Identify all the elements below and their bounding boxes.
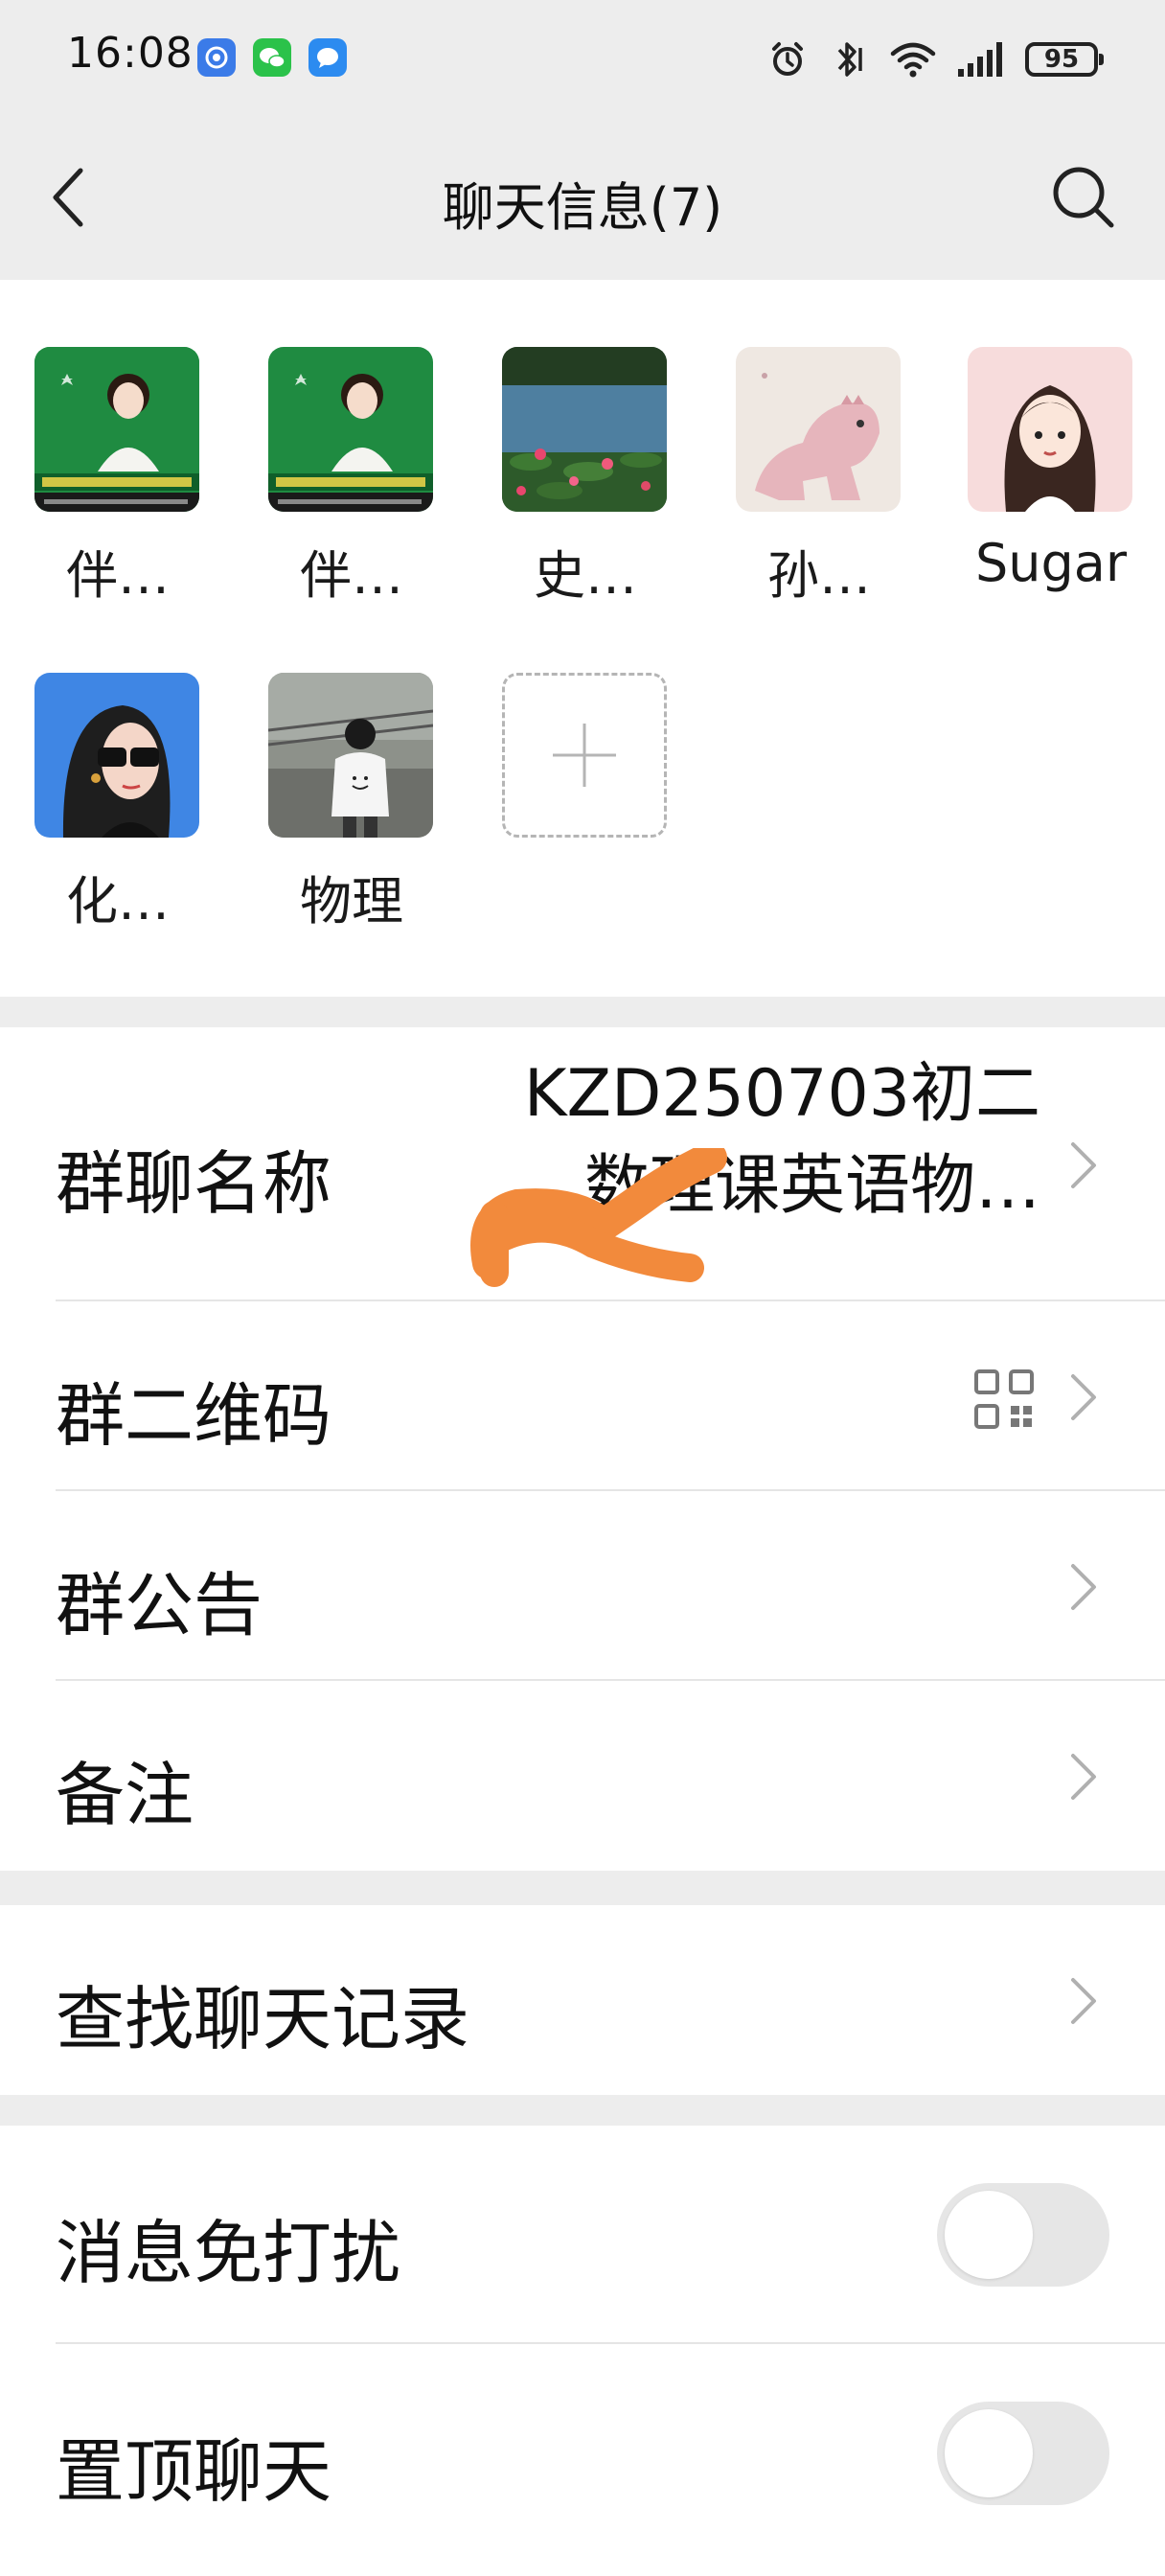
search-history-row[interactable]: 查找聊天记录 bbox=[0, 1905, 1165, 2095]
bluetooth-icon bbox=[837, 42, 862, 77]
pin-row: 置顶聊天 bbox=[0, 2344, 1165, 2563]
remark-label: 备注 bbox=[56, 1755, 194, 1835]
signal-icon bbox=[958, 42, 1002, 77]
page-title: 聊天信息(7) bbox=[442, 177, 723, 238]
add-member-button[interactable] bbox=[502, 673, 669, 838]
member-name: 伴… bbox=[66, 545, 170, 606]
member-grid: 伴… 伴… 史… 孙… Sugar 化… 物理 bbox=[0, 280, 1165, 997]
add-member-box bbox=[502, 673, 667, 838]
member-item[interactable]: 伴… bbox=[268, 347, 435, 609]
wechat-icon bbox=[253, 38, 291, 77]
chevron-right-icon bbox=[1071, 1142, 1096, 1188]
alarm-icon bbox=[772, 42, 803, 76]
remark-row[interactable]: 备注 bbox=[0, 1681, 1165, 1871]
plus-icon bbox=[553, 724, 616, 787]
search-history-label: 查找聊天记录 bbox=[56, 1979, 470, 2059]
battery-indicator: 95 bbox=[1025, 42, 1104, 77]
group-name-value-line1: KZD250703初二 bbox=[523, 1056, 1040, 1132]
poster-avatar bbox=[34, 347, 199, 512]
child-photo-avatar bbox=[268, 673, 433, 838]
scribble-mark bbox=[470, 1148, 727, 1287]
group-announcement-label: 群公告 bbox=[56, 1565, 263, 1645]
group-qr-label: 群二维码 bbox=[56, 1375, 332, 1456]
group-name-label: 群聊名称 bbox=[56, 1143, 332, 1224]
toggle-knob bbox=[945, 2191, 1033, 2279]
qr-code-icon bbox=[974, 1369, 1034, 1429]
group-announcement-row[interactable]: 群公告 bbox=[0, 1491, 1165, 1681]
toggle-knob bbox=[945, 2409, 1033, 2497]
member-item[interactable]: Sugar bbox=[968, 347, 1134, 593]
sunglasses-girl-avatar bbox=[34, 673, 199, 838]
member-name: Sugar bbox=[974, 533, 1128, 593]
chevron-right-icon bbox=[1071, 1374, 1096, 1420]
member-name: 史… bbox=[534, 545, 637, 606]
chevron-right-icon bbox=[1071, 1564, 1096, 1610]
poster-avatar bbox=[268, 347, 433, 512]
nav-bar: 聊天信息(7) bbox=[0, 115, 1165, 280]
cartoon-girl-avatar bbox=[968, 347, 1132, 512]
member-item[interactable]: 伴… bbox=[34, 347, 201, 609]
member-name: 物理 bbox=[300, 871, 403, 932]
member-item[interactable]: 史… bbox=[502, 347, 669, 609]
chat-options-section: 消息免打扰 置顶聊天 bbox=[0, 2126, 1165, 2576]
search-history-section: 查找聊天记录 bbox=[0, 1905, 1165, 2095]
group-name-row[interactable]: 群聊名称 KZD250703初二 数理课英语物… bbox=[0, 1027, 1165, 1301]
search-icon bbox=[1053, 167, 1114, 228]
mute-row: 消息免打扰 bbox=[0, 2126, 1165, 2344]
group-qr-row[interactable]: 群二维码 bbox=[0, 1301, 1165, 1491]
member-name: 孙… bbox=[767, 545, 871, 606]
group-settings-section: 群聊名称 KZD250703初二 数理课英语物… 群二维码 群公告 备注 bbox=[0, 1027, 1165, 1871]
pink-dinosaur-avatar bbox=[736, 347, 901, 512]
chevron-right-icon bbox=[1071, 1978, 1096, 2024]
blue-app-icon bbox=[197, 38, 236, 77]
search-button[interactable] bbox=[1040, 157, 1127, 238]
message-icon bbox=[308, 38, 347, 77]
wifi-icon bbox=[890, 42, 936, 78]
mute-label: 消息免打扰 bbox=[56, 2213, 401, 2293]
member-item[interactable]: 化… bbox=[34, 673, 201, 934]
member-name: 化… bbox=[66, 871, 170, 932]
pin-label: 置顶聊天 bbox=[56, 2431, 332, 2512]
member-name: 伴… bbox=[300, 545, 403, 606]
pin-toggle[interactable] bbox=[937, 2402, 1109, 2505]
mute-toggle[interactable] bbox=[937, 2183, 1109, 2287]
status-time: 16:08 bbox=[67, 29, 194, 78]
chevron-right-icon bbox=[1071, 1754, 1096, 1800]
member-item[interactable]: 孙… bbox=[736, 347, 902, 609]
lotus-pond-avatar bbox=[502, 347, 667, 512]
status-icons: 95 bbox=[768, 33, 1104, 86]
status-bar: 16:08 95 bbox=[0, 0, 1165, 115]
member-item[interactable]: 物理 bbox=[268, 673, 435, 934]
